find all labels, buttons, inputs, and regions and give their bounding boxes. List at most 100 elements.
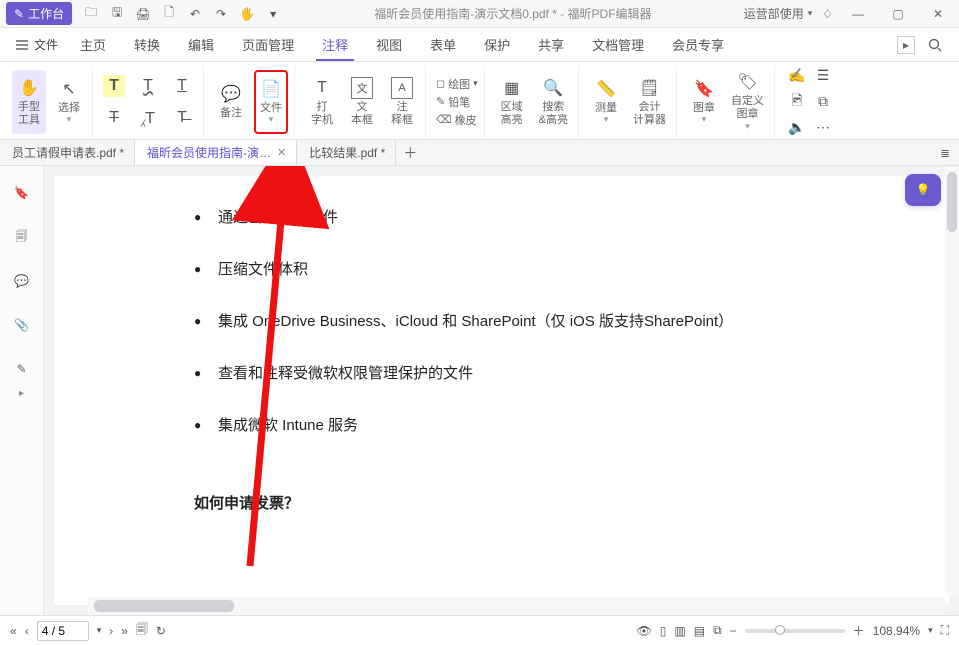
- pencil-button[interactable]: ✎铅笔: [436, 94, 478, 110]
- scroll-thumb[interactable]: [947, 172, 957, 232]
- squiggle-icon[interactable]: T: [137, 75, 159, 97]
- pages-icon[interactable]: 🗐: [11, 226, 33, 248]
- zoom-out-icon[interactable]: −: [730, 624, 737, 638]
- replace-icon[interactable]: T̶: [171, 107, 193, 129]
- highlight-icon[interactable]: T: [103, 75, 125, 97]
- area-highlight-button[interactable]: ▦ 区域 高亮: [495, 70, 529, 134]
- close-button[interactable]: ✕: [923, 4, 953, 24]
- attachments-icon[interactable]: 📎: [11, 314, 33, 336]
- doc-tab-3[interactable]: 比较结果.pdf *: [297, 140, 396, 165]
- fullscreen-icon[interactable]: ⛶: [941, 623, 949, 638]
- image-annot-icon[interactable]: 🖻: [785, 90, 809, 114]
- save-icon[interactable]: 🖫: [108, 5, 126, 23]
- search-highlight-button[interactable]: 🔍 搜索 &高亮: [535, 70, 572, 134]
- two-page-icon[interactable]: ▤: [694, 624, 705, 638]
- file-attach-button[interactable]: 📄 文件 ▾: [254, 70, 288, 134]
- hand-tool-button[interactable]: ✋ 手型 工具: [12, 70, 46, 134]
- search-icon[interactable]: [925, 35, 945, 55]
- horizontal-scrollbar[interactable]: [88, 597, 945, 615]
- menu-form[interactable]: 表单: [416, 28, 470, 61]
- cover-page-icon[interactable]: ⧉: [713, 623, 722, 638]
- status-right: 👁 ▯ ▥ ▤ ⧉ − ＋ 108.94% ▾ ⛶: [637, 622, 949, 639]
- calculator-button[interactable]: 🗒 会计 计算器: [629, 70, 670, 134]
- drawing-button[interactable]: ◻绘图▾: [436, 76, 478, 92]
- summary-icon[interactable]: ⧉: [811, 90, 835, 114]
- sound-annot-icon[interactable]: 🔈: [785, 116, 809, 140]
- caret-insert-icon[interactable]: ⁁T: [137, 107, 159, 129]
- ribbon-toolbar: ✋ 手型 工具 ↖ 选择 ▾ T T T T ⁁T T̶ 💬 备注 📄 文件 ▾…: [0, 62, 959, 140]
- textbox-button[interactable]: 文 文 本框: [345, 70, 379, 134]
- typewriter-button[interactable]: T 打 字机: [305, 70, 339, 134]
- reflow-icon[interactable]: 🗐: [136, 620, 148, 641]
- expand-rail-icon[interactable]: ▸: [19, 388, 24, 399]
- zoom-dropdown-icon[interactable]: ▾: [928, 625, 933, 636]
- tab-list-button[interactable]: ≣: [931, 140, 959, 165]
- underline-icon[interactable]: T: [171, 75, 193, 97]
- more-menu-icon[interactable]: ▸: [897, 36, 915, 54]
- measure-button[interactable]: 📏 测量 ▾: [589, 70, 623, 134]
- vertical-scrollbar[interactable]: [945, 166, 959, 595]
- ribbon-group-select: ✋ 手型 工具 ↖ 选择 ▾: [6, 66, 93, 137]
- next-page-icon[interactable]: ›: [109, 624, 113, 638]
- help-bulb-button[interactable]: 💡: [905, 174, 941, 206]
- page-dropdown-icon[interactable]: ▾: [97, 625, 102, 636]
- signatures-icon[interactable]: ✎: [11, 358, 33, 380]
- last-page-icon[interactable]: »: [121, 624, 128, 638]
- dropdown-icon[interactable]: ▾: [264, 5, 282, 23]
- new-icon[interactable]: 🗋: [160, 5, 178, 23]
- scroll-thumb[interactable]: [94, 600, 234, 612]
- add-tab-button[interactable]: ＋: [396, 140, 424, 165]
- menu-convert[interactable]: 转换: [120, 28, 174, 61]
- prev-page-icon[interactable]: ‹: [25, 624, 29, 638]
- close-tab-icon[interactable]: ✕: [277, 146, 286, 159]
- scroll-icon[interactable]: 🖐: [238, 5, 256, 23]
- zoom-knob[interactable]: [775, 625, 785, 635]
- open-icon[interactable]: 🗀: [82, 5, 100, 23]
- comments-icon[interactable]: 💬: [11, 270, 33, 292]
- redo-icon[interactable]: ↷: [212, 5, 230, 23]
- menu-edit[interactable]: 编辑: [174, 28, 228, 61]
- link-icon[interactable]: ⋯: [811, 116, 835, 140]
- eraser-icon: ⌫: [436, 113, 452, 126]
- doc-tab-1[interactable]: 员工请假申请表.pdf *: [0, 140, 135, 165]
- menu-view[interactable]: 视图: [362, 28, 416, 61]
- print-icon[interactable]: 🖨: [134, 5, 152, 23]
- first-page-icon[interactable]: «: [10, 624, 17, 638]
- minimize-button[interactable]: —: [843, 4, 873, 24]
- read-mode-icon[interactable]: 👁: [637, 624, 652, 638]
- manage-comments-icon[interactable]: ☰: [811, 64, 835, 88]
- maximize-button[interactable]: ▢: [883, 4, 913, 24]
- signature-icon[interactable]: ✍: [785, 64, 809, 88]
- file-menu[interactable]: 文件: [6, 28, 66, 61]
- zoom-slider[interactable]: [745, 629, 845, 633]
- ruler-icon: 📏: [595, 78, 617, 100]
- menu-protect[interactable]: 保护: [470, 28, 524, 61]
- custom-stamp-button[interactable]: 🏷 自定义 图章 ▾: [727, 70, 768, 134]
- account-badge[interactable]: 运营部使用 ▾: [744, 5, 813, 22]
- shapes-icon: ◻: [436, 77, 445, 90]
- undo-icon[interactable]: ↶: [186, 5, 204, 23]
- menu-share[interactable]: 共享: [524, 28, 578, 61]
- workbench-button[interactable]: ✎ 工作台: [6, 2, 72, 25]
- rotate-icon[interactable]: ↻: [156, 624, 166, 638]
- page-number-input[interactable]: [37, 621, 89, 641]
- stamp-button[interactable]: 🔖 图章 ▾: [687, 70, 721, 134]
- doc-tab-2[interactable]: 福昕会员使用指南-演… ✕: [135, 140, 297, 165]
- strikeout-icon[interactable]: T: [103, 107, 125, 129]
- zoom-in-icon[interactable]: ＋: [853, 622, 865, 639]
- skin-icon[interactable]: ♢: [822, 7, 833, 21]
- menu-home[interactable]: 主页: [66, 28, 120, 61]
- continuous-icon[interactable]: ▥: [674, 624, 685, 638]
- menu-annotate[interactable]: 注释: [308, 28, 362, 61]
- select-button[interactable]: ↖ 选择 ▾: [52, 70, 86, 134]
- note-button[interactable]: 💬 备注: [214, 70, 248, 134]
- custom-stamp-icon: 🏷: [737, 72, 759, 94]
- bookmark-icon[interactable]: 🔖: [11, 182, 33, 204]
- single-page-icon[interactable]: ▯: [660, 624, 667, 638]
- menu-page-manage[interactable]: 页面管理: [228, 28, 308, 61]
- callout-button[interactable]: A 注 释框: [385, 70, 419, 134]
- menu-member[interactable]: 会员专享: [658, 28, 738, 61]
- eraser-button[interactable]: ⌫橡皮: [436, 112, 478, 128]
- page-viewport[interactable]: 通过密码保护文件 压缩文件体积 集成 OneDrive Business、iCl…: [44, 166, 959, 615]
- menu-doc-manage[interactable]: 文档管理: [578, 28, 658, 61]
